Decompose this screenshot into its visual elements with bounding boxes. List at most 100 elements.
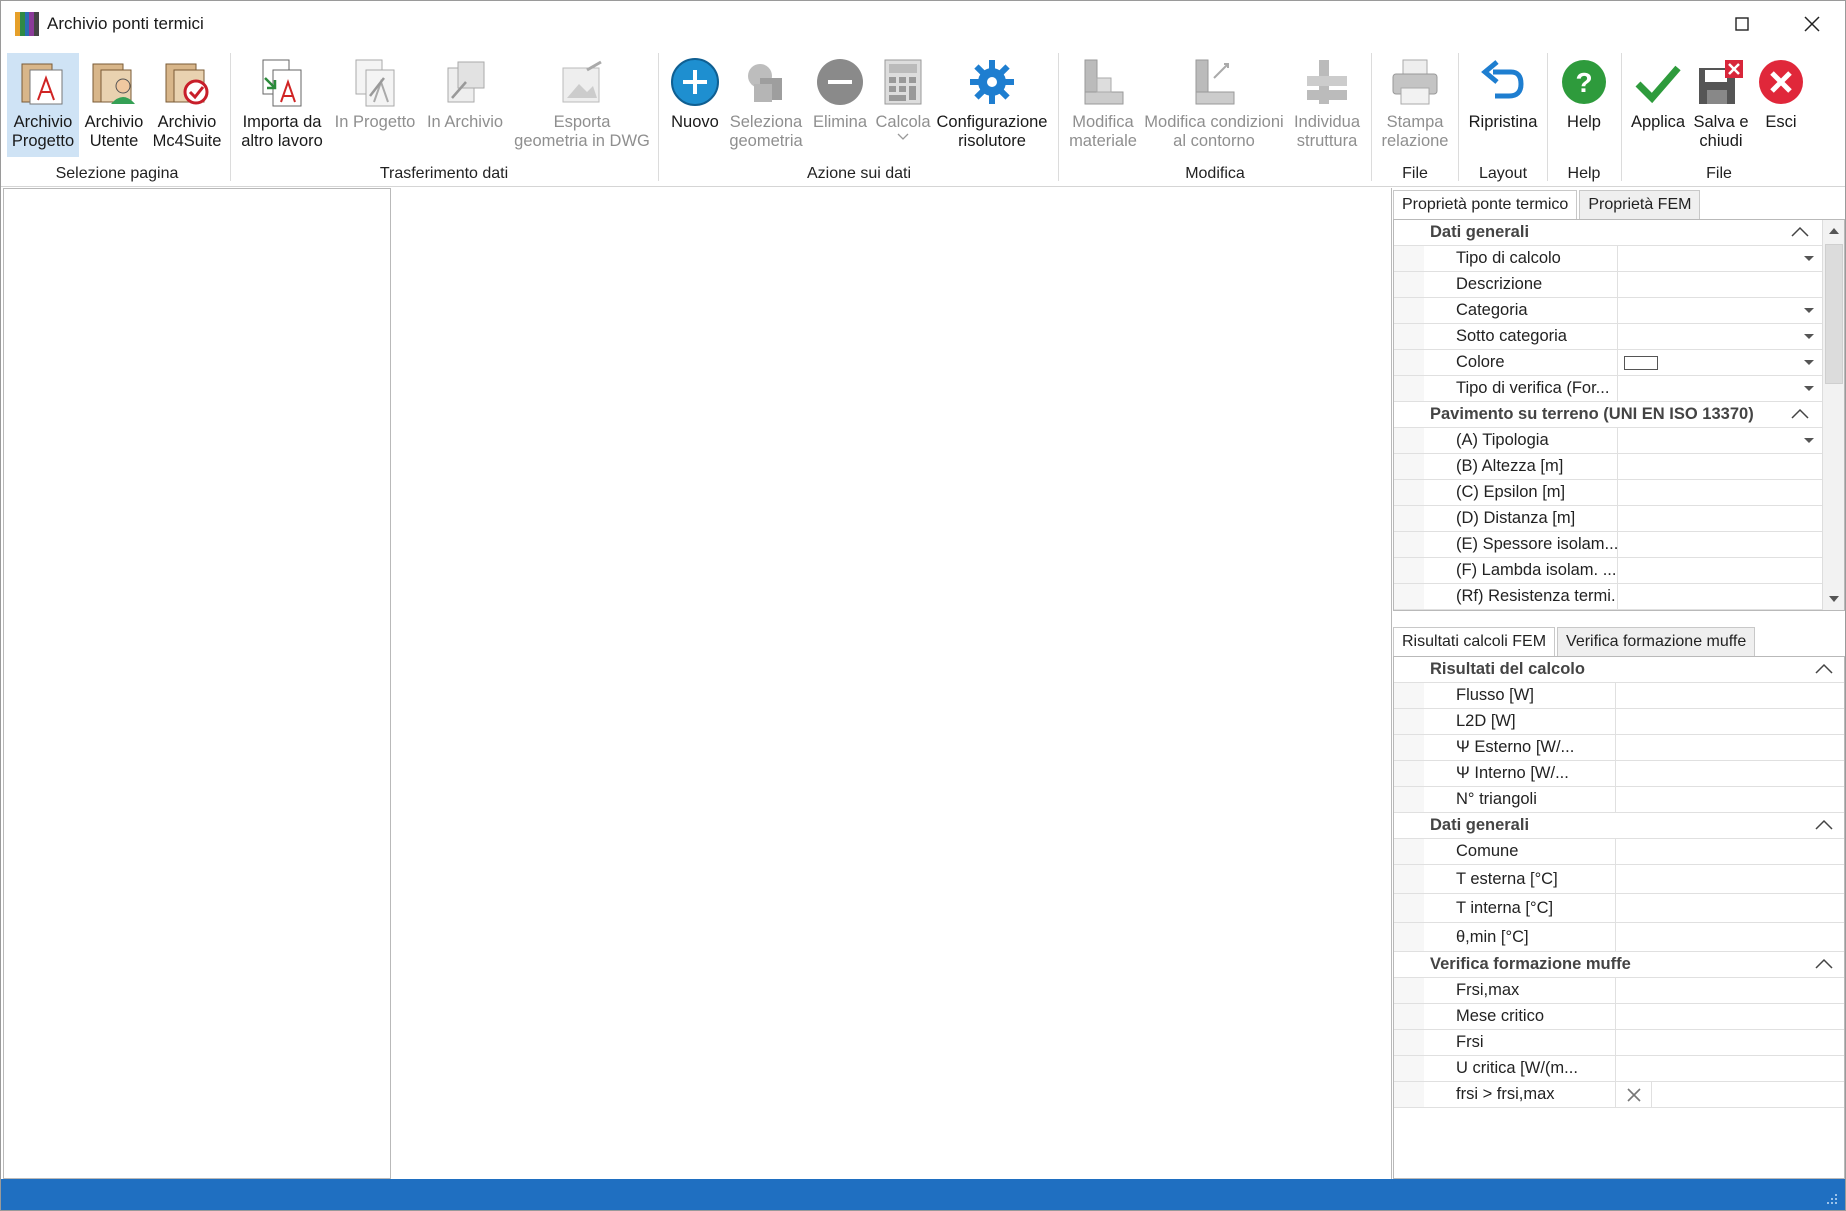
result-row[interactable]: Frsi	[1394, 1030, 1844, 1056]
tab-proprieta-ponte-termico[interactable]: Proprietà ponte termico	[1393, 190, 1578, 220]
importa-button[interactable]: Importa da altro lavoro	[237, 53, 327, 157]
result-row[interactable]: L2D [W]	[1394, 709, 1844, 735]
property-row[interactable]: (E) Spessore isolam...	[1394, 532, 1844, 558]
modifica-materiale-button[interactable]: Modifica materiale	[1065, 53, 1141, 157]
chevron-up-icon[interactable]	[1814, 661, 1834, 675]
property-row[interactable]: (F) Lambda isolam. ...	[1394, 558, 1844, 584]
property-value[interactable]	[1618, 506, 1844, 531]
chevron-up-icon[interactable]	[1814, 817, 1834, 831]
ribbon: Archivio Progetto Archivio Utente Archiv…	[1, 47, 1845, 187]
property-value[interactable]	[1618, 558, 1844, 583]
result-row[interactable]: θ,min [°C]	[1394, 923, 1844, 952]
salva-chiudi-button[interactable]: Salva e chiudi	[1691, 53, 1751, 157]
esci-button[interactable]: Esci	[1753, 53, 1809, 157]
property-value[interactable]	[1618, 272, 1844, 297]
property-row[interactable]: Descrizione	[1394, 272, 1844, 298]
result-row[interactable]: Frsi,max	[1394, 978, 1844, 1004]
property-row[interactable]: Colore	[1394, 350, 1844, 376]
chevron-up-icon[interactable]	[1790, 406, 1810, 420]
properties-scrollbar[interactable]	[1822, 220, 1844, 610]
help-button[interactable]: ? Help	[1553, 53, 1615, 157]
property-row[interactable]: Sotto categoria	[1394, 324, 1844, 350]
result-row[interactable]: N° triangoli	[1394, 787, 1844, 813]
applica-button[interactable]: Applica	[1627, 53, 1689, 157]
result-row[interactable]: Ψ Esterno [W/...	[1394, 735, 1844, 761]
group-label-azione-sui-dati: Azione sui dati	[806, 165, 912, 182]
property-row[interactable]: Tipo di verifica (For...	[1394, 376, 1844, 402]
property-value[interactable]	[1618, 376, 1844, 401]
archive-mc4suite-icon	[159, 53, 215, 111]
individua-struttura-button[interactable]: Individua struttura	[1289, 53, 1365, 157]
archivio-progetto-button[interactable]: Archivio Progetto	[7, 53, 79, 157]
maximize-button[interactable]	[1707, 1, 1777, 47]
stampa-relazione-button[interactable]: Stampa relazione	[1377, 53, 1453, 157]
drawing-area[interactable]	[391, 188, 1392, 1179]
result-row[interactable]: Ψ Interno [W/...	[1394, 761, 1844, 787]
nuovo-button[interactable]: Nuovo	[663, 53, 727, 157]
result-row[interactable]: Flusso [W]	[1394, 683, 1844, 709]
chevron-up-icon[interactable]	[1814, 956, 1834, 970]
property-row[interactable]: Tipo di calcolo	[1394, 246, 1844, 272]
archive-tree-panel[interactable]	[3, 188, 391, 1179]
scroll-down-icon[interactable]	[1823, 588, 1844, 610]
property-value[interactable]	[1618, 454, 1844, 479]
category-risultati-del-calcolo[interactable]: Risultati del calcolo	[1394, 657, 1844, 683]
seleziona-geometria-button[interactable]: Seleziona geometria	[729, 53, 803, 157]
property-value[interactable]	[1618, 532, 1844, 557]
result-row[interactable]: T interna [°C]	[1394, 894, 1844, 923]
ripristina-button[interactable]: Ripristina	[1465, 53, 1541, 157]
property-value[interactable]	[1618, 480, 1844, 505]
resize-grip-icon[interactable]	[1825, 1192, 1839, 1206]
result-value	[1616, 1056, 1844, 1081]
dropdown-arrow-icon	[1804, 386, 1814, 391]
calcola-button[interactable]: Calcola	[875, 53, 931, 157]
chevron-up-icon[interactable]	[1790, 224, 1810, 238]
result-row[interactable]: U critica [W/(m...	[1394, 1056, 1844, 1082]
category-verifica-formazione-muffe[interactable]: Verifica formazione muffe	[1394, 952, 1844, 978]
dropdown-arrow-icon	[1804, 360, 1814, 365]
esporta-dwg-button[interactable]: Esporta geometria in DWG	[513, 53, 651, 157]
result-value	[1616, 1004, 1844, 1029]
configurazione-risolutore-button[interactable]: Configurazione risolutore	[935, 53, 1049, 157]
in-archivio-button[interactable]: In Archivio	[421, 53, 509, 157]
property-value[interactable]	[1618, 350, 1844, 375]
tab-risultati-calcoli-fem[interactable]: Risultati calcoli FEM	[1393, 627, 1556, 657]
close-icon	[1804, 16, 1820, 32]
group-label-file: File	[1706, 165, 1732, 182]
modifica-condizioni-button[interactable]: Modifica condizioni al contorno	[1143, 53, 1285, 157]
result-row[interactable]: T esterna [°C]	[1394, 865, 1844, 894]
property-value[interactable]	[1618, 428, 1844, 453]
scroll-up-icon[interactable]	[1823, 220, 1844, 242]
property-value[interactable]	[1618, 246, 1844, 271]
property-row[interactable]: (D) Distanza [m]	[1394, 506, 1844, 532]
group-separator	[1547, 53, 1548, 181]
category-dati-generali-results[interactable]: Dati generali	[1394, 813, 1844, 839]
property-row[interactable]: Categoria	[1394, 298, 1844, 324]
result-row[interactable]: Mese critico	[1394, 1004, 1844, 1030]
group-separator	[1371, 53, 1372, 181]
property-row[interactable]: (C) Epsilon [m]	[1394, 480, 1844, 506]
result-value	[1616, 839, 1844, 864]
category-dati-generali[interactable]: Dati generali	[1394, 220, 1844, 246]
archivio-utente-button[interactable]: Archivio Utente	[81, 53, 147, 157]
tab-verifica-formazione-muffe[interactable]: Verifica formazione muffe	[1557, 627, 1756, 657]
scrollbar-thumb[interactable]	[1825, 244, 1843, 384]
check-icon	[1630, 53, 1686, 111]
property-value[interactable]	[1618, 584, 1844, 609]
property-value[interactable]	[1618, 298, 1844, 323]
app-logo-icon	[15, 12, 39, 36]
in-progetto-button[interactable]: In Progetto	[331, 53, 419, 157]
property-value[interactable]	[1618, 324, 1844, 349]
archivio-mc4suite-button[interactable]: Archivio Mc4Suite	[151, 53, 223, 157]
property-row[interactable]: (B) Altezza [m]	[1394, 454, 1844, 480]
import-icon	[254, 53, 310, 111]
property-row[interactable]: (Rf) Resistenza termi...	[1394, 584, 1844, 610]
result-value	[1616, 894, 1844, 922]
result-row[interactable]: Comune	[1394, 839, 1844, 865]
elimina-button[interactable]: Elimina	[807, 53, 873, 157]
tab-proprieta-fem[interactable]: Proprietà FEM	[1579, 190, 1701, 220]
result-row[interactable]: frsi > frsi,max	[1394, 1082, 1844, 1108]
close-window-button[interactable]	[1777, 1, 1846, 47]
category-pavimento-su-terreno[interactable]: Pavimento su terreno (UNI EN ISO 13370)	[1394, 402, 1844, 428]
property-row[interactable]: (A) Tipologia	[1394, 428, 1844, 454]
